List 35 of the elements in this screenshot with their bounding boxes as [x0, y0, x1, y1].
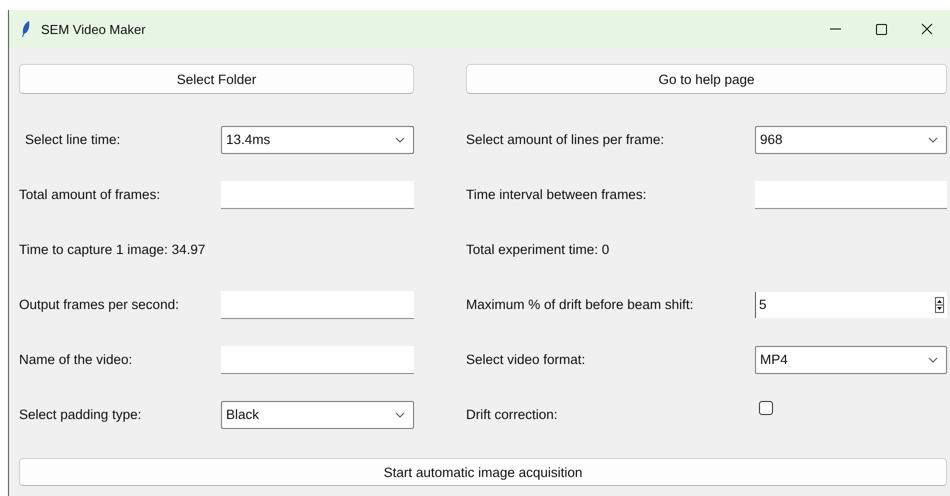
help-button[interactable]: Go to help page — [466, 64, 947, 94]
chevron-down-icon — [395, 136, 405, 142]
select-folder-button[interactable]: Select Folder — [19, 64, 414, 94]
checkbox[interactable] — [759, 400, 773, 414]
field-label: Time interval between frames: — [466, 187, 648, 202]
close-icon — [921, 23, 933, 35]
chevron-down-icon — [928, 136, 938, 142]
field-label: Drift correction: — [466, 407, 559, 422]
spin-box[interactable]: 5 — [755, 292, 947, 318]
feather-icon — [21, 21, 31, 37]
dropdown[interactable]: MP4 — [755, 346, 947, 374]
input-field[interactable] — [755, 180, 947, 208]
field-label: Select amount of lines per frame: — [466, 132, 666, 147]
window-title: SEM Video Maker — [41, 22, 146, 36]
field-label: Maximum % of drift before beam shift: — [466, 297, 694, 312]
input-field[interactable] — [221, 346, 414, 374]
dropdown[interactable]: Black — [221, 400, 414, 428]
field-label: Name of the video: — [19, 352, 134, 367]
dropdown[interactable]: 13.4ms — [221, 126, 414, 154]
chevron-down-icon — [395, 412, 405, 418]
field-label: Select line time: — [24, 132, 122, 147]
chevron-down-icon — [928, 356, 938, 362]
minimize-icon — [830, 28, 840, 30]
input-field[interactable] — [221, 180, 414, 208]
field-label: Select video format: — [466, 352, 586, 367]
field-label: Output frames per second: — [19, 297, 180, 312]
dropdown[interactable]: 968 — [755, 126, 947, 154]
info-text: Time to capture 1 image: 34.97 — [19, 242, 206, 257]
info-text: Total experiment time: 0 — [466, 242, 610, 257]
spin-arrows-icon[interactable] — [935, 296, 944, 312]
field-label: Total amount of frames: — [19, 187, 162, 202]
field-label: Select padding type: — [19, 407, 142, 422]
input-field[interactable] — [221, 290, 414, 318]
start-acquisition-button[interactable]: Start automatic image acquisition — [19, 458, 947, 486]
maximize-icon — [876, 24, 886, 34]
